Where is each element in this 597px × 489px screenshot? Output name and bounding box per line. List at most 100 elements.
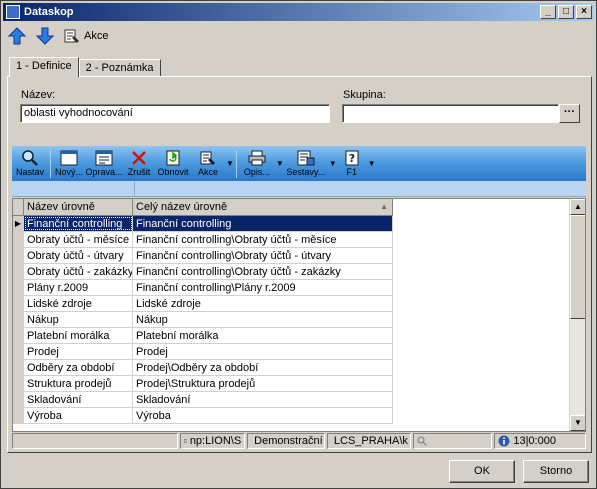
status-search — [412, 433, 493, 449]
table-row[interactable]: Struktura prodejů Prodej\Struktura prodej… — [13, 376, 393, 392]
sort-asc-icon: ▲ — [380, 202, 388, 211]
cell-nazev[interactable]: Obraty účtů - zakázky — [24, 264, 133, 279]
opis-button[interactable]: Opis... — [239, 147, 275, 181]
cell-cely-nazev[interactable]: Finanční controlling\Plány r.2009 — [133, 280, 393, 295]
status-database: Demonstrační — [247, 433, 325, 449]
cell-cely-nazev[interactable]: Prodej — [133, 344, 393, 359]
col-header-cely-nazev[interactable]: Celý název úrovně ▲ — [133, 199, 393, 215]
nastav-button[interactable]: Nastav — [12, 147, 48, 181]
nazev-field[interactable]: oblasti vyhodnocování — [20, 104, 330, 123]
cell-nazev[interactable]: Výroba — [24, 408, 133, 423]
printer-icon — [248, 150, 266, 165]
row-indicator — [13, 312, 24, 327]
akce-label: Akce — [84, 30, 109, 42]
row-indicator — [13, 344, 24, 359]
storno-button[interactable]: Storno — [523, 460, 589, 483]
ok-button[interactable]: OK — [449, 460, 515, 483]
table-row[interactable]: Výroba Výroba — [13, 408, 393, 424]
sestavy-dropdown-arrow[interactable]: ▼ — [329, 159, 337, 168]
table-row[interactable]: Odběry za období Prodej\Odběry za období — [13, 360, 393, 376]
cell-nazev[interactable]: Obraty účtů - měsíce — [24, 232, 133, 247]
dataskop-window: Dataskop _ □ × Akce 1 - Definice 2 - Poz… — [0, 0, 597, 489]
table-row[interactable]: Skladování Skladování — [13, 392, 393, 408]
f1-help-button[interactable]: ? F1 — [337, 147, 367, 181]
opis-dropdown-arrow[interactable]: ▼ — [276, 159, 284, 168]
info-icon — [498, 435, 510, 447]
cell-cely-nazev[interactable]: Výroba — [133, 408, 393, 423]
tab-poznamka[interactable]: 2 - Poznámka — [78, 59, 161, 77]
tab-definice[interactable]: 1 - Definice — [9, 57, 79, 77]
cell-nazev[interactable]: Obraty účtů - útvary — [24, 248, 133, 263]
cell-cely-nazev[interactable]: Prodej\Odběry za období — [133, 360, 393, 375]
tab-strip: 1 - Definice 2 - Poznámka — [9, 57, 161, 77]
akce-grid-button[interactable]: Akce — [191, 147, 225, 181]
svg-text:?: ? — [349, 152, 355, 165]
arrow-up-icon — [8, 27, 26, 45]
filter-row[interactable] — [12, 181, 586, 197]
skupina-field[interactable] — [342, 104, 559, 123]
skupina-browse-button[interactable]: ··· — [559, 104, 580, 123]
col-header-cely-nazev-label: Celý název úrovně — [136, 201, 228, 213]
cell-cely-nazev[interactable]: Finanční controlling\Obraty účtů - měsíc… — [133, 232, 393, 247]
maximize-button[interactable]: □ — [558, 5, 574, 19]
status-user: LCS_PRAHA\k — [326, 433, 411, 449]
zrusit-button[interactable]: Zrušit — [123, 147, 155, 181]
status-server: np:LION\S — [180, 433, 246, 449]
table-row[interactable]: Obraty účtů - útvary Finanční controlling… — [13, 248, 393, 264]
cell-cely-nazev[interactable]: Finanční controlling — [133, 216, 393, 231]
col-header-nazev[interactable]: Název úrovně — [24, 199, 133, 215]
report-icon — [297, 150, 315, 165]
row-indicator — [13, 360, 24, 375]
table-row[interactable]: Plány r.2009 Finanční controlling\Plány r… — [13, 280, 393, 296]
server-icon — [184, 439, 187, 443]
table-row[interactable]: Obraty účtů - měsíce Finanční controlling… — [13, 232, 393, 248]
f1-dropdown-arrow[interactable]: ▼ — [368, 159, 376, 168]
cell-cely-nazev[interactable]: Finanční controlling\Obraty účtů - útvar… — [133, 248, 393, 263]
minimize-button[interactable]: _ — [540, 5, 556, 19]
cell-cely-nazev[interactable]: Finanční controlling\Obraty účtů - zakáz… — [133, 264, 393, 279]
table-row[interactable]: Obraty účtů - zakázky Finanční controllin… — [13, 264, 393, 280]
table-row[interactable]: Lidské zdroje Lidské zdroje — [13, 296, 393, 312]
arrow-down-icon — [36, 27, 54, 45]
search-icon — [417, 436, 427, 446]
cell-cely-nazev[interactable]: Skladování — [133, 392, 393, 407]
cell-cely-nazev[interactable]: Nákup — [133, 312, 393, 327]
refresh-icon — [166, 150, 180, 165]
close-button[interactable]: × — [576, 5, 592, 19]
skupina-label: Skupina: — [343, 89, 386, 101]
row-indicator — [13, 408, 24, 423]
cell-nazev[interactable]: Nákup — [24, 312, 133, 327]
oprava-button[interactable]: Oprava... — [85, 147, 123, 181]
cell-nazev[interactable]: Plány r.2009 — [24, 280, 133, 295]
sestavy-button[interactable]: Sestavy... — [284, 147, 328, 181]
toolbar-separator — [235, 149, 237, 178]
cell-nazev[interactable]: Odběry za období — [24, 360, 133, 375]
data-grid: Název úrovně Celý název úrovně ▲ ▶ Finančn… — [12, 198, 586, 432]
row-indicator — [13, 392, 24, 407]
table-row[interactable]: Platební morálka Platební morálka — [13, 328, 393, 344]
akce-dropdown-arrow[interactable]: ▼ — [226, 159, 234, 168]
scroll-thumb[interactable] — [570, 215, 585, 319]
move-up-button[interactable] — [5, 26, 29, 46]
table-row[interactable]: Nákup Nákup — [13, 312, 393, 328]
obnovit-button[interactable]: Obnovit — [155, 147, 191, 181]
actions-icon — [200, 151, 215, 165]
cell-nazev[interactable]: Skladování — [24, 392, 133, 407]
cell-cely-nazev[interactable]: Platební morálka — [133, 328, 393, 343]
vertical-scrollbar[interactable]: ▲ ▼ — [569, 199, 585, 431]
novy-button[interactable]: Nový... — [53, 147, 85, 181]
cell-nazev[interactable]: Lidské zdroje — [24, 296, 133, 311]
cell-cely-nazev[interactable]: Prodej\Struktura prodejů — [133, 376, 393, 391]
table-row[interactable]: ▶ Finanční controlling Finanční controllin… — [13, 216, 393, 232]
cell-nazev[interactable]: Platební morálka — [24, 328, 133, 343]
cell-nazev[interactable]: Finanční controlling — [24, 216, 133, 231]
scroll-up-button[interactable]: ▲ — [570, 199, 585, 215]
window-title: Dataskop — [24, 6, 74, 18]
move-down-button[interactable] — [33, 26, 57, 46]
table-row[interactable]: Prodej Prodej — [13, 344, 393, 360]
cell-nazev[interactable]: Struktura prodejů — [24, 376, 133, 391]
akce-button[interactable]: Akce — [61, 26, 111, 46]
cell-cely-nazev[interactable]: Lidské zdroje — [133, 296, 393, 311]
scroll-down-button[interactable]: ▼ — [570, 415, 585, 431]
cell-nazev[interactable]: Prodej — [24, 344, 133, 359]
